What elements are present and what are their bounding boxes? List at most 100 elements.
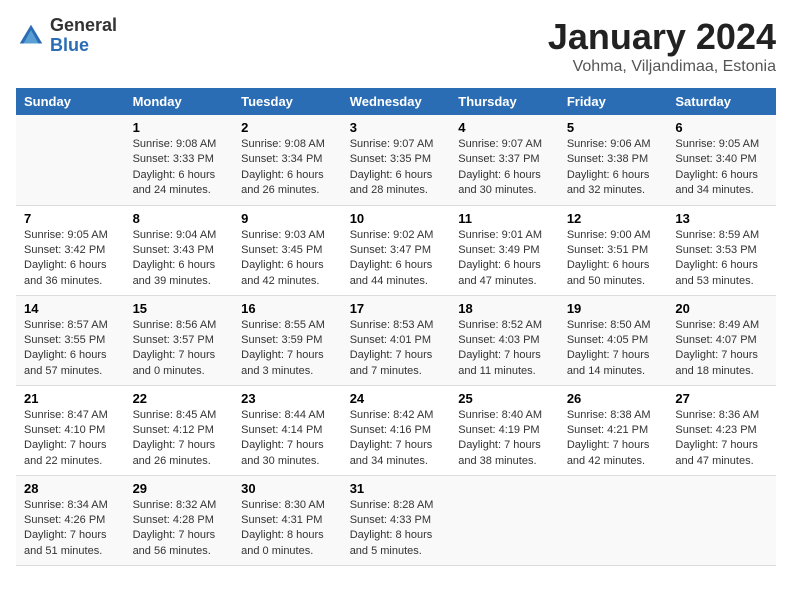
calendar-cell: 12Sunrise: 9:00 AMSunset: 3:51 PMDayligh…: [559, 205, 668, 295]
calendar-header: SundayMondayTuesdayWednesdayThursdayFrid…: [16, 88, 776, 115]
weekday-header-monday: Monday: [125, 88, 234, 115]
week-row-1: 7Sunrise: 9:05 AMSunset: 3:42 PMDaylight…: [16, 205, 776, 295]
calendar-cell: 11 Sunrise: 9:01 AMSunset: 3:49 PMDayligh…: [450, 205, 559, 295]
week-row-2: 14Sunrise: 8:57 AMSunset: 3:55 PMDayligh…: [16, 295, 776, 385]
day-number: 26: [567, 391, 660, 406]
day-info: Sunrise: 9:08 AMSunset: 3:33 PMDaylight:…: [133, 137, 226, 199]
day-info: Sunrise: 8:38 AMSunset: 4:21 PMDaylight:…: [567, 408, 660, 470]
day-info: Sunrise: 8:56 AMSunset: 3:57 PMDaylight:…: [133, 318, 226, 380]
calendar-cell: [667, 475, 776, 565]
day-number: 27: [675, 391, 768, 406]
day-info: Sunrise: 8:50 AMSunset: 4:05 PMDaylight:…: [567, 318, 660, 380]
day-info: Sunrise: 8:59 AMSunset: 3:53 PMDaylight:…: [675, 228, 768, 290]
day-info: Sunrise: 9:02 AMSunset: 3:47 PMDaylight:…: [350, 228, 443, 290]
calendar-cell: [450, 475, 559, 565]
calendar-cell: 19 Sunrise: 8:50 AMSunset: 4:05 PMDayligh…: [559, 295, 668, 385]
calendar-cell: 9Sunrise: 9:03 AMSunset: 3:45 PMDaylight…: [233, 205, 342, 295]
calendar-cell: [16, 115, 125, 205]
week-row-0: 1Sunrise: 9:08 AMSunset: 3:33 PMDaylight…: [16, 115, 776, 205]
calendar-cell: [559, 475, 668, 565]
day-number: 25: [458, 391, 551, 406]
day-number: 14: [24, 301, 117, 316]
logo-general: General: [50, 16, 117, 36]
day-number: 10: [350, 211, 443, 226]
day-info: Sunrise: 9:04 AMSunset: 3:43 PMDaylight:…: [133, 228, 226, 290]
day-info: Sunrise: 8:36 AMSunset: 4:23 PMDaylight:…: [675, 408, 768, 470]
weekday-header-thursday: Thursday: [450, 88, 559, 115]
day-info: Sunrise: 9:07 AMSunset: 3:35 PMDaylight:…: [350, 137, 443, 199]
day-info: Sunrise: 9:05 AMSunset: 3:40 PMDaylight:…: [675, 137, 768, 199]
calendar-cell: 20 Sunrise: 8:49 AMSunset: 4:07 PMDayligh…: [667, 295, 776, 385]
day-number: 31: [350, 481, 443, 496]
calendar-cell: 3 Sunrise: 9:07 AMSunset: 3:35 PMDaylight…: [342, 115, 451, 205]
calendar-cell: 30 Sunrise: 8:30 AMSunset: 4:31 PMDayligh…: [233, 475, 342, 565]
day-info: Sunrise: 8:49 AMSunset: 4:07 PMDaylight:…: [675, 318, 768, 380]
day-info: Sunrise: 9:03 AMSunset: 3:45 PMDaylight:…: [241, 228, 334, 290]
calendar-cell: 14Sunrise: 8:57 AMSunset: 3:55 PMDayligh…: [16, 295, 125, 385]
day-number: 15: [133, 301, 226, 316]
day-number: 12: [567, 211, 660, 226]
calendar-cell: 4 Sunrise: 9:07 AMSunset: 3:37 PMDaylight…: [450, 115, 559, 205]
day-number: 23: [241, 391, 334, 406]
day-number: 30: [241, 481, 334, 496]
weekday-header-sunday: Sunday: [16, 88, 125, 115]
logo-blue: Blue: [50, 36, 117, 56]
weekday-header-friday: Friday: [559, 88, 668, 115]
calendar-cell: 31Sunrise: 8:28 AMSunset: 4:33 PMDayligh…: [342, 475, 451, 565]
calendar-cell: 10 Sunrise: 9:02 AMSunset: 3:47 PMDayligh…: [342, 205, 451, 295]
day-number: 19: [567, 301, 660, 316]
day-info: Sunrise: 9:08 AMSunset: 3:34 PMDaylight:…: [241, 137, 334, 199]
day-info: Sunrise: 8:34 AMSunset: 4:26 PMDaylight:…: [24, 498, 117, 560]
day-number: 16: [241, 301, 334, 316]
day-info: Sunrise: 8:52 AMSunset: 4:03 PMDaylight:…: [458, 318, 551, 380]
logo-text: General Blue: [50, 16, 117, 56]
day-info: Sunrise: 8:53 AMSunset: 4:01 PMDaylight:…: [350, 318, 443, 380]
week-row-3: 21Sunrise: 8:47 AMSunset: 4:10 PMDayligh…: [16, 385, 776, 475]
calendar-cell: 16 Sunrise: 8:55 AMSunset: 3:59 PMDayligh…: [233, 295, 342, 385]
calendar-cell: 28 Sunrise: 8:34 AMSunset: 4:26 PMDayligh…: [16, 475, 125, 565]
day-number: 28: [24, 481, 117, 496]
calendar-table: SundayMondayTuesdayWednesdayThursdayFrid…: [16, 88, 776, 566]
day-info: Sunrise: 9:01 AMSunset: 3:49 PMDaylight:…: [458, 228, 551, 290]
calendar-cell: 5Sunrise: 9:06 AMSunset: 3:38 PMDaylight…: [559, 115, 668, 205]
calendar-cell: 18 Sunrise: 8:52 AMSunset: 4:03 PMDayligh…: [450, 295, 559, 385]
calendar-cell: 21Sunrise: 8:47 AMSunset: 4:10 PMDayligh…: [16, 385, 125, 475]
calendar-cell: 13 Sunrise: 8:59 AMSunset: 3:53 PMDayligh…: [667, 205, 776, 295]
title-block: January 2024 Vohma, Viljandimaa, Estonia: [548, 16, 776, 76]
day-info: Sunrise: 9:07 AMSunset: 3:37 PMDaylight:…: [458, 137, 551, 199]
day-number: 24: [350, 391, 443, 406]
day-info: Sunrise: 8:32 AMSunset: 4:28 PMDaylight:…: [133, 498, 226, 560]
weekday-header-wednesday: Wednesday: [342, 88, 451, 115]
day-number: 11: [458, 211, 551, 226]
logo: General Blue: [16, 16, 117, 56]
day-info: Sunrise: 8:55 AMSunset: 3:59 PMDaylight:…: [241, 318, 334, 380]
day-info: Sunrise: 8:45 AMSunset: 4:12 PMDaylight:…: [133, 408, 226, 470]
weekday-header-saturday: Saturday: [667, 88, 776, 115]
day-number: 18: [458, 301, 551, 316]
calendar-cell: 29 Sunrise: 8:32 AMSunset: 4:28 PMDayligh…: [125, 475, 234, 565]
calendar-cell: 27 Sunrise: 8:36 AMSunset: 4:23 PMDayligh…: [667, 385, 776, 475]
day-number: 4: [458, 120, 551, 135]
calendar-cell: 24 Sunrise: 8:42 AMSunset: 4:16 PMDayligh…: [342, 385, 451, 475]
calendar-cell: 23 Sunrise: 8:44 AMSunset: 4:14 PMDayligh…: [233, 385, 342, 475]
calendar-cell: 8Sunrise: 9:04 AMSunset: 3:43 PMDaylight…: [125, 205, 234, 295]
day-info: Sunrise: 8:30 AMSunset: 4:31 PMDaylight:…: [241, 498, 334, 560]
day-number: 20: [675, 301, 768, 316]
day-number: 5: [567, 120, 660, 135]
day-info: Sunrise: 8:42 AMSunset: 4:16 PMDaylight:…: [350, 408, 443, 470]
day-info: Sunrise: 8:40 AMSunset: 4:19 PMDaylight:…: [458, 408, 551, 470]
day-number: 21: [24, 391, 117, 406]
day-number: 3: [350, 120, 443, 135]
subtitle: Vohma, Viljandimaa, Estonia: [548, 58, 776, 76]
weekday-header-tuesday: Tuesday: [233, 88, 342, 115]
day-number: 13: [675, 211, 768, 226]
day-number: 29: [133, 481, 226, 496]
day-info: Sunrise: 9:05 AMSunset: 3:42 PMDaylight:…: [24, 228, 117, 290]
calendar-body: 1Sunrise: 9:08 AMSunset: 3:33 PMDaylight…: [16, 115, 776, 565]
calendar-cell: 7Sunrise: 9:05 AMSunset: 3:42 PMDaylight…: [16, 205, 125, 295]
calendar-cell: 2Sunrise: 9:08 AMSunset: 3:34 PMDaylight…: [233, 115, 342, 205]
calendar-cell: 17Sunrise: 8:53 AMSunset: 4:01 PMDayligh…: [342, 295, 451, 385]
day-info: Sunrise: 8:44 AMSunset: 4:14 PMDaylight:…: [241, 408, 334, 470]
calendar-cell: 26 Sunrise: 8:38 AMSunset: 4:21 PMDayligh…: [559, 385, 668, 475]
logo-icon: [16, 21, 46, 51]
